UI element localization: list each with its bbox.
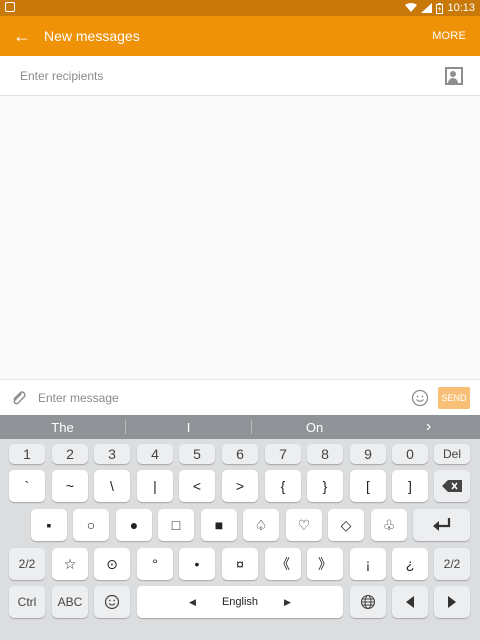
delete-button[interactable]: Del <box>434 444 470 464</box>
paperclip-icon[interactable] <box>0 380 36 416</box>
key-degree[interactable]: ° <box>137 548 173 580</box>
globe-icon[interactable] <box>350 586 386 618</box>
key-greater-than[interactable]: > <box>222 470 258 502</box>
abc-button[interactable]: ABC <box>52 586 88 618</box>
message-composer: SEND <box>0 379 480 415</box>
back-arrow-icon[interactable]: ← <box>0 16 44 56</box>
key-pipe[interactable]: | <box>137 470 173 502</box>
key-7[interactable]: 7 <box>265 444 301 464</box>
key-circled-dot[interactable]: ⊙ <box>94 548 130 580</box>
keyboard: 1 2 3 4 5 6 7 8 9 0 Del ` ~ \ | < > { } … <box>0 439 480 640</box>
key-6[interactable]: 6 <box>222 444 258 464</box>
conversation-area <box>0 96 480 379</box>
key-currency[interactable]: ¤ <box>222 548 258 580</box>
message-input[interactable] <box>38 390 406 405</box>
key-inverted-exclamation[interactable]: ¡ <box>350 548 386 580</box>
cursor-left-icon[interactable] <box>392 586 428 618</box>
recipients-bar <box>0 56 480 96</box>
key-small-square[interactable]: ▪ <box>31 509 67 541</box>
key-0[interactable]: 0 <box>392 444 428 464</box>
wifi-icon <box>405 3 418 12</box>
key-left-bracket[interactable]: [ <box>350 470 386 502</box>
key-tilde[interactable]: ~ <box>52 470 88 502</box>
key-black-square[interactable]: ■ <box>201 509 237 541</box>
key-left-brace[interactable]: { <box>265 470 301 502</box>
key-white-square[interactable]: □ <box>158 509 194 541</box>
recipients-input[interactable] <box>20 68 445 83</box>
key-diamond[interactable]: ◇ <box>328 509 364 541</box>
more-button[interactable]: MORE <box>432 30 466 42</box>
suggestion-item[interactable]: On <box>252 415 377 439</box>
key-4[interactable]: 4 <box>137 444 173 464</box>
clock: 10:13 <box>447 2 475 14</box>
key-3[interactable]: 3 <box>94 444 130 464</box>
symbol-page-button[interactable]: 2/2 <box>9 548 45 580</box>
key-right-bracket[interactable]: ] <box>392 470 428 502</box>
notification-icon <box>5 2 15 12</box>
suggestion-item[interactable]: The <box>0 415 125 439</box>
battery-icon <box>436 2 444 14</box>
key-right-brace[interactable]: } <box>307 470 343 502</box>
key-2[interactable]: 2 <box>52 444 88 464</box>
key-black-circle[interactable]: ● <box>116 509 152 541</box>
key-backslash[interactable]: \ <box>94 470 130 502</box>
key-inverted-question[interactable]: ¿ <box>392 548 428 580</box>
emoticon-icon[interactable] <box>406 380 434 416</box>
chevron-right-icon[interactable]: › <box>377 415 480 439</box>
status-icons: 10:13 <box>405 1 475 15</box>
key-heart[interactable]: ♡ <box>286 509 322 541</box>
key-bullet[interactable]: • <box>179 548 215 580</box>
key-white-circle[interactable]: ○ <box>73 509 109 541</box>
contact-picker-icon[interactable] <box>445 66 463 85</box>
key-club[interactable]: ♧ <box>371 509 407 541</box>
key-star[interactable]: ☆ <box>52 548 88 580</box>
app-bar: ← New messages MORE <box>0 16 480 56</box>
symbol-page-button-right[interactable]: 2/2 <box>434 548 470 580</box>
key-8[interactable]: 8 <box>307 444 343 464</box>
key-9[interactable]: 9 <box>350 444 386 464</box>
key-spade[interactable]: ♤ <box>243 509 279 541</box>
space-bar[interactable]: ◀ English ▶ <box>137 586 343 618</box>
key-less-than[interactable]: < <box>179 470 215 502</box>
key-right-double-angle[interactable]: 》 <box>307 548 343 580</box>
cursor-right-icon[interactable] <box>434 586 470 618</box>
right-arrow-icon: ▶ <box>284 596 291 607</box>
emoji-keyboard-icon[interactable] <box>94 586 130 618</box>
key-left-double-angle[interactable]: 《 <box>265 548 301 580</box>
suggestion-item[interactable]: I <box>126 415 251 439</box>
enter-icon[interactable] <box>413 509 470 541</box>
ctrl-button[interactable]: Ctrl <box>9 586 45 618</box>
suggestion-bar: The I On › <box>0 415 480 439</box>
space-language-label: English <box>221 596 259 608</box>
backspace-icon[interactable] <box>434 470 470 502</box>
send-button[interactable]: SEND <box>438 386 470 409</box>
key-1[interactable]: 1 <box>9 444 45 464</box>
status-bar: 10:13 <box>0 0 480 16</box>
messaging-screen: 10:13 ← New messages MORE SEND The I On … <box>0 0 480 640</box>
signal-icon <box>421 3 433 13</box>
key-5[interactable]: 5 <box>179 444 215 464</box>
key-backtick[interactable]: ` <box>9 470 45 502</box>
left-arrow-icon: ◀ <box>189 596 196 607</box>
page-title: New messages <box>44 28 140 44</box>
